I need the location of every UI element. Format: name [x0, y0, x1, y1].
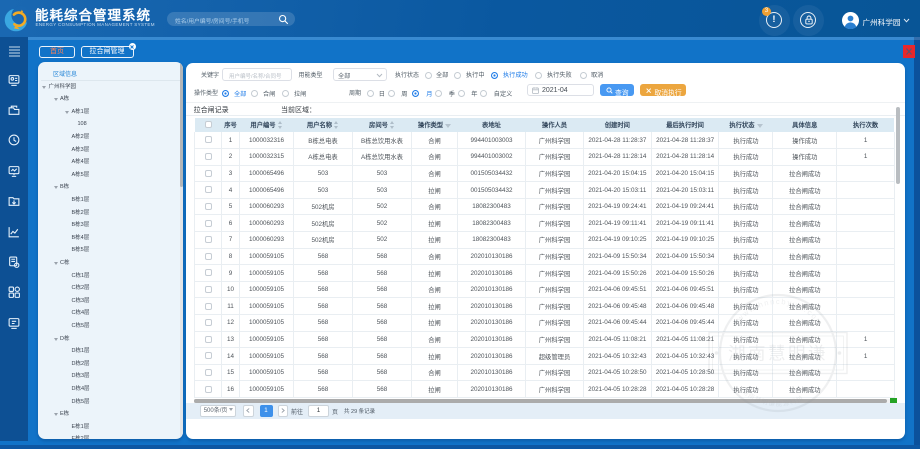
svg-text:湖南慧明谦: 湖南慧明谦: [728, 343, 828, 363]
svg-text:www.hnncbyutt.com: www.hnncbyutt.com: [734, 296, 825, 327]
